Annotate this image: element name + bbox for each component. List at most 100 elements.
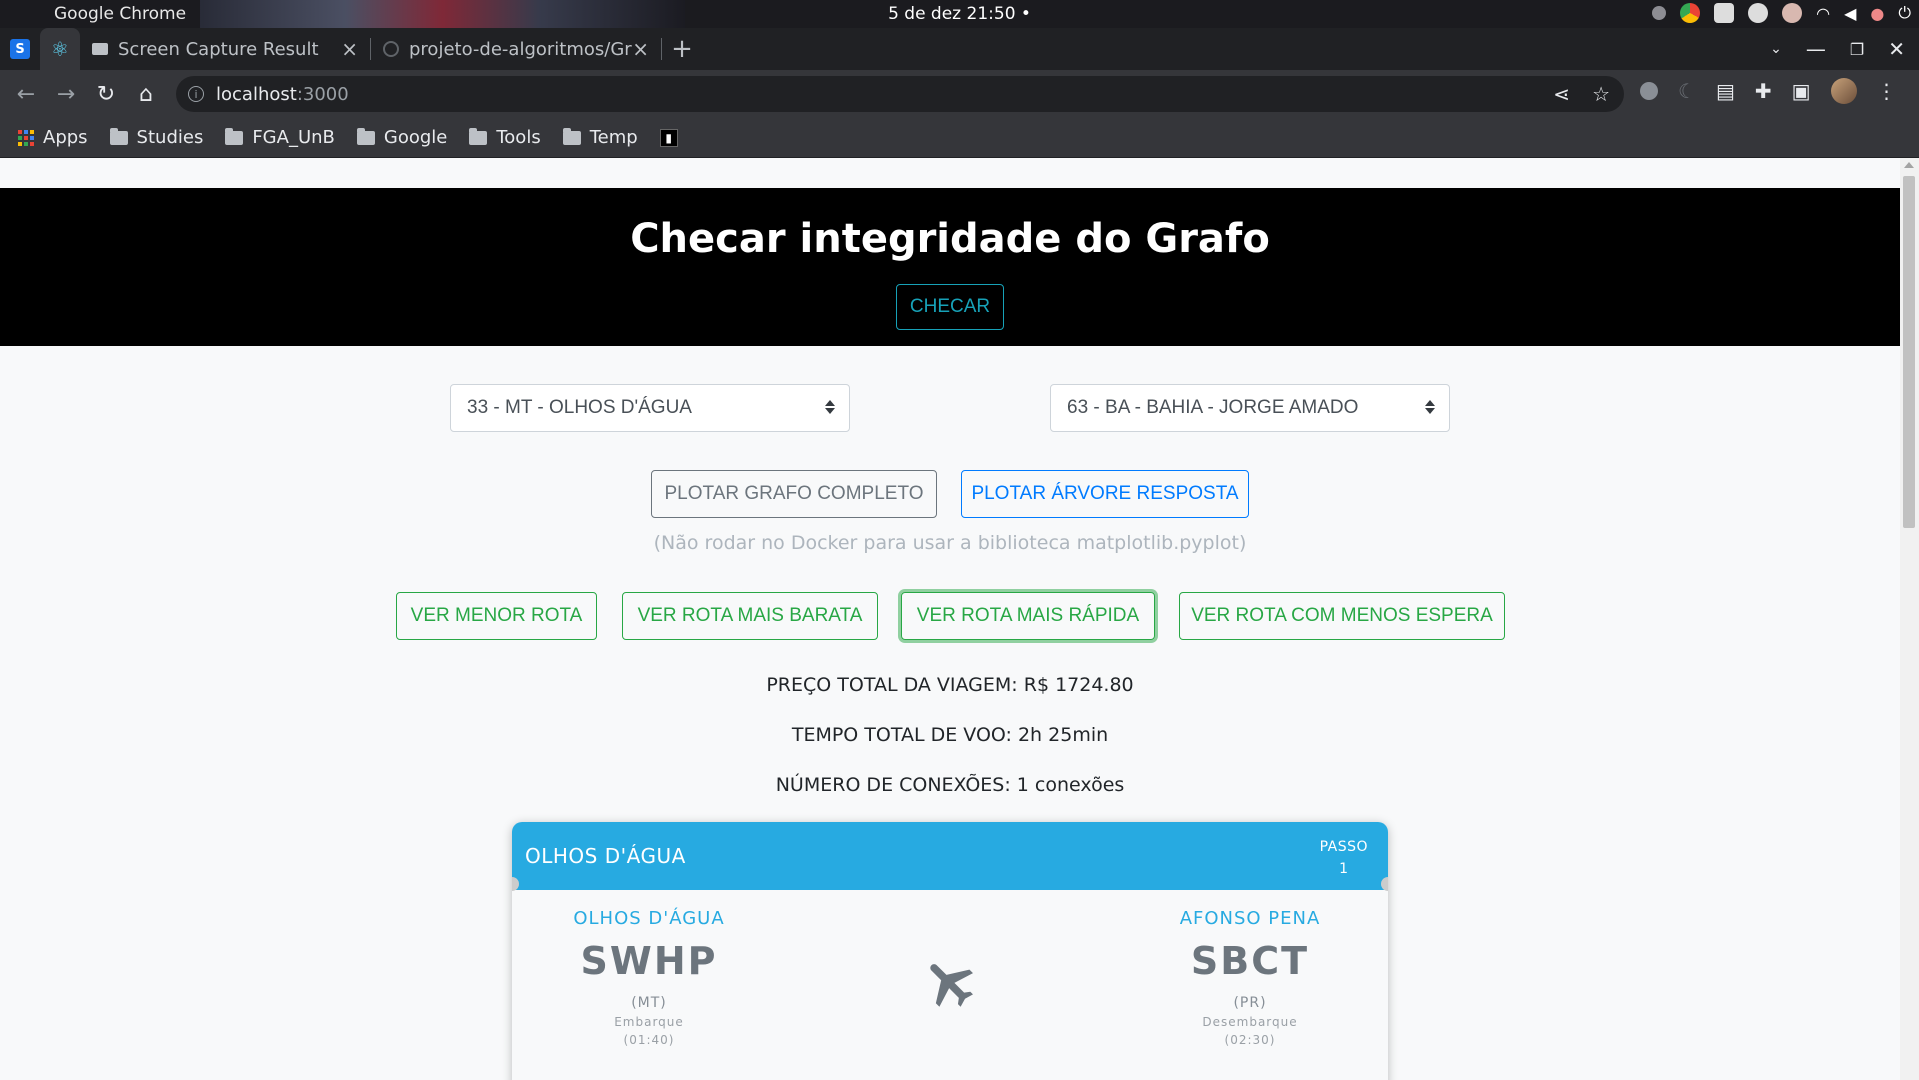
destination-select[interactable]: 63 - BA - BAHIA - JORGE AMADO <box>1050 384 1450 432</box>
select-caret-icon <box>825 400 835 414</box>
tab-title: projeto-de-algoritmos/Gr <box>409 38 632 60</box>
bookmark-label: Tools <box>496 127 541 148</box>
s-favicon-icon: S <box>10 39 30 59</box>
os-top-bar: Google Chrome 5 de dez 21:50 • ◠ ◀︎ ● ⏻ <box>0 0 1919 28</box>
clock[interactable]: 5 de dez 21:50 • <box>0 4 1919 24</box>
connection-count: NÚMERO DE CONEXÕES: 1 conexões <box>775 774 1125 796</box>
user-tray-icon[interactable] <box>1782 3 1803 23</box>
plot-answer-tree-button[interactable]: PLOTAR ÁRVORE RESPOSTA <box>961 470 1249 518</box>
menu-kebab-icon[interactable]: ⋮ <box>1877 79 1897 103</box>
chrome-tray-icon[interactable] <box>1680 3 1701 23</box>
origin-select[interactable]: 33 - MT - OLHOS D'ÁGUA <box>450 384 850 432</box>
bookmark-label: FGA_UnB <box>252 127 335 148</box>
arrival-airport-code: SBCT <box>1190 939 1310 983</box>
check-button[interactable]: CHECAR <box>896 284 1004 330</box>
departure-kind: Embarque <box>614 1015 684 1029</box>
card-header-city: OLHOS D'ÁGUA <box>525 844 686 868</box>
total-flight-time: TEMPO TOTAL DE VOO: 2h 25min <box>791 724 1109 746</box>
destination-select-value: 63 - BA - BAHIA - JORGE AMADO <box>1067 397 1359 418</box>
power-icon[interactable]: ⏻ <box>1898 3 1911 23</box>
scrollbar-thumb[interactable] <box>1903 176 1915 528</box>
site-info-icon[interactable]: i <box>188 86 204 102</box>
plot-full-graph-button[interactable]: PLOTAR GRAFO COMPLETO <box>651 470 937 518</box>
departure-airport-code: SWHP <box>580 939 718 983</box>
loading-extension-icon[interactable]: ☾ <box>1678 79 1696 103</box>
select-caret-icon <box>1425 400 1435 414</box>
bookmark-tools[interactable]: Tools <box>469 127 541 148</box>
mic-icon[interactable]: ● <box>1870 4 1884 23</box>
step-label: PASSO <box>1319 839 1368 855</box>
hero-banner: Checar integridade do Grafo CHECAR <box>0 188 1900 346</box>
react-icon: ⚛ <box>51 37 69 61</box>
bookmark-studies[interactable]: Studies <box>109 127 204 148</box>
omnibox-actions: ⋖ ☆ <box>1553 82 1610 106</box>
route-step-card: OLHOS D'ÁGUA PASSO 1 OLHOS D'ÁGUA SWHP (… <box>512 822 1388 1080</box>
pinned-tab-active[interactable]: ⚛ <box>40 28 80 70</box>
reload-icon[interactable]: ↻ <box>86 74 126 114</box>
tray-icon[interactable] <box>1652 6 1667 20</box>
bookmark-google[interactable]: Google <box>356 127 448 148</box>
pinned-tab[interactable]: S <box>0 28 40 70</box>
departure-stop: OLHOS D'ÁGUA SWHP (MT) Embarque (01:40) <box>549 908 749 1047</box>
address-bar[interactable]: i localhost:3000 ⋖ ☆ <box>176 76 1624 112</box>
accessibility-icon[interactable] <box>1748 3 1769 23</box>
bookmark-label: Temp <box>589 127 638 148</box>
matplotlib-hint: (Não rodar no Docker para usar a bibliot… <box>653 532 1247 554</box>
departure-state: (MT) <box>631 995 667 1011</box>
forward-arrow-icon[interactable]: → <box>46 74 86 114</box>
airplane-icon <box>930 964 973 1007</box>
profile-avatar[interactable] <box>1830 78 1857 104</box>
cheapest-route-button[interactable]: VER ROTA MAIS BARATA <box>622 592 878 640</box>
browser-toolbar: ← → ↻ ⌂ i localhost:3000 ⋖ ☆ ☾ ▤ ✚ ▣ ⋮ <box>0 70 1919 118</box>
tab-title: Screen Capture Result <box>118 38 319 60</box>
back-arrow-icon[interactable]: ← <box>6 74 46 114</box>
volume-icon[interactable]: ◀︎ <box>1844 4 1856 23</box>
least-wait-route-button[interactable]: VER ROTA COM MENOS ESPERA <box>1179 592 1505 640</box>
folder-icon <box>225 127 244 145</box>
page-title: Checar integridade do Grafo <box>630 216 1270 262</box>
system-tray: ◠ ◀︎ ● ⏻ <box>1652 3 1911 23</box>
shortest-route-button[interactable]: VER MENOR ROTA <box>396 592 597 640</box>
tab-search-chevron-icon[interactable]: ⌄ <box>1770 41 1782 57</box>
departure-time: (01:40) <box>623 1033 675 1047</box>
reader-icon[interactable]: ▤ <box>1716 79 1735 103</box>
home-icon[interactable]: ⌂ <box>126 74 166 114</box>
bookmark-apps[interactable]: Apps <box>18 127 88 148</box>
ticket-notch <box>1381 877 1388 891</box>
bookmark-label: Google <box>383 127 448 148</box>
folder-icon <box>109 127 128 145</box>
fastest-route-button[interactable]: VER ROTA MAIS RÁPIDA <box>901 592 1155 640</box>
bookmark-temp[interactable]: Temp <box>562 127 638 148</box>
tab-github[interactable]: projeto-de-algoritmos/Gr × <box>371 31 661 67</box>
share-icon[interactable]: ⋖ <box>1553 82 1570 106</box>
url-port: :3000 <box>296 83 349 105</box>
bookmark-fga-unb[interactable]: FGA_UnB <box>225 127 335 148</box>
wifi-icon[interactable]: ◠ <box>1816 4 1830 23</box>
step-indicator: PASSO 1 <box>1320 836 1368 880</box>
camera-icon <box>92 43 108 55</box>
card-header: OLHOS D'ÁGUA PASSO 1 <box>512 822 1388 890</box>
page-scrollbar[interactable] <box>1900 158 1919 1080</box>
scroll-up-arrow-icon[interactable] <box>1904 162 1914 168</box>
cloud-icon[interactable] <box>1714 3 1735 23</box>
tab-strip: S ⚛ Screen Capture Result × projeto-de-a… <box>0 28 1919 70</box>
arrival-state: (PR) <box>1233 995 1267 1011</box>
bookmark-star-icon[interactable]: ☆ <box>1592 82 1610 106</box>
arrival-airport-name: AFONSO PENA <box>1179 908 1321 929</box>
side-panel-icon[interactable]: ▣ <box>1792 79 1811 103</box>
restore-icon[interactable]: ❐ <box>1850 40 1864 59</box>
bookmark-label: Studies <box>136 127 204 148</box>
close-tab-icon[interactable]: × <box>632 37 649 61</box>
bookmark-label: Apps <box>43 127 88 148</box>
extension-icon[interactable] <box>1640 82 1658 100</box>
folder-icon <box>469 127 488 145</box>
puzzle-icon[interactable]: ✚ <box>1755 79 1772 103</box>
minimize-icon[interactable]: — <box>1806 37 1826 61</box>
new-tab-button[interactable]: + <box>662 31 702 67</box>
bookmark-extension[interactable]: ▮ <box>659 128 678 147</box>
close-window-icon[interactable]: ✕ <box>1888 37 1905 61</box>
origin-select-value: 33 - MT - OLHOS D'ÁGUA <box>467 397 692 418</box>
close-tab-icon[interactable]: × <box>341 37 358 61</box>
tab-screen-capture[interactable]: Screen Capture Result × <box>80 31 370 67</box>
arrival-time: (02:30) <box>1224 1033 1276 1047</box>
